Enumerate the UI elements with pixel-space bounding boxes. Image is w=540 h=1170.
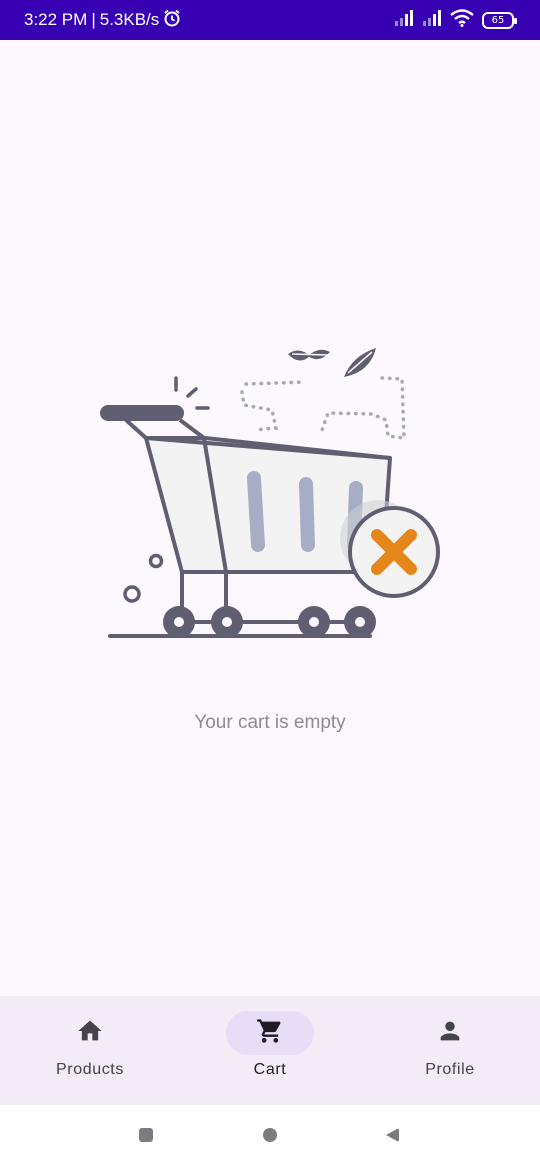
nav-icon-container: [46, 1011, 134, 1055]
nav-label-cart: Cart: [253, 1061, 287, 1078]
nav-item-cart[interactable]: Cart: [180, 996, 360, 1079]
signal-icon: [394, 9, 414, 31]
home-icon: [76, 1017, 104, 1050]
signal-icon: [422, 9, 442, 31]
back-triangle-icon: [386, 1128, 399, 1142]
status-net-speed: 5.3KB/s: [99, 10, 160, 29]
battery-icon: 65: [482, 11, 517, 29]
status-right: 65: [394, 8, 517, 32]
leaf-icon: [344, 348, 376, 377]
cart-content: Your cart is empty: [0, 40, 540, 996]
nav-label-profile: Profile: [425, 1061, 475, 1078]
status-time: 3:22 PM: [24, 10, 88, 29]
nav-icon-container: [406, 1011, 494, 1055]
recents-button[interactable]: [138, 1127, 154, 1148]
alarm-icon: [163, 9, 181, 32]
nav-item-profile[interactable]: Profile: [360, 996, 540, 1079]
nav-icon-container-active: [226, 1011, 314, 1055]
bottom-navigation: Products Cart Profile: [0, 996, 540, 1105]
nav-label-products: Products: [56, 1061, 124, 1078]
status-separator: |: [91, 10, 96, 29]
person-icon: [436, 1017, 464, 1050]
home-button[interactable]: [262, 1127, 278, 1148]
status-left: 3:22 PM | 5.3KB/s: [24, 9, 181, 32]
status-bar: 3:22 PM | 5.3KB/s 65: [0, 0, 540, 40]
back-button[interactable]: [384, 1127, 400, 1148]
cart-icon: [256, 1017, 284, 1050]
square-icon: [139, 1128, 153, 1142]
empty-cart-message: Your cart is empty: [194, 712, 346, 733]
wifi-icon: [450, 8, 474, 32]
empty-cart-illustration: [100, 348, 440, 638]
circle-icon: [263, 1128, 277, 1142]
battery-level: 65: [491, 14, 505, 26]
nav-item-products[interactable]: Products: [0, 996, 180, 1079]
leaf-icon: [288, 349, 330, 361]
